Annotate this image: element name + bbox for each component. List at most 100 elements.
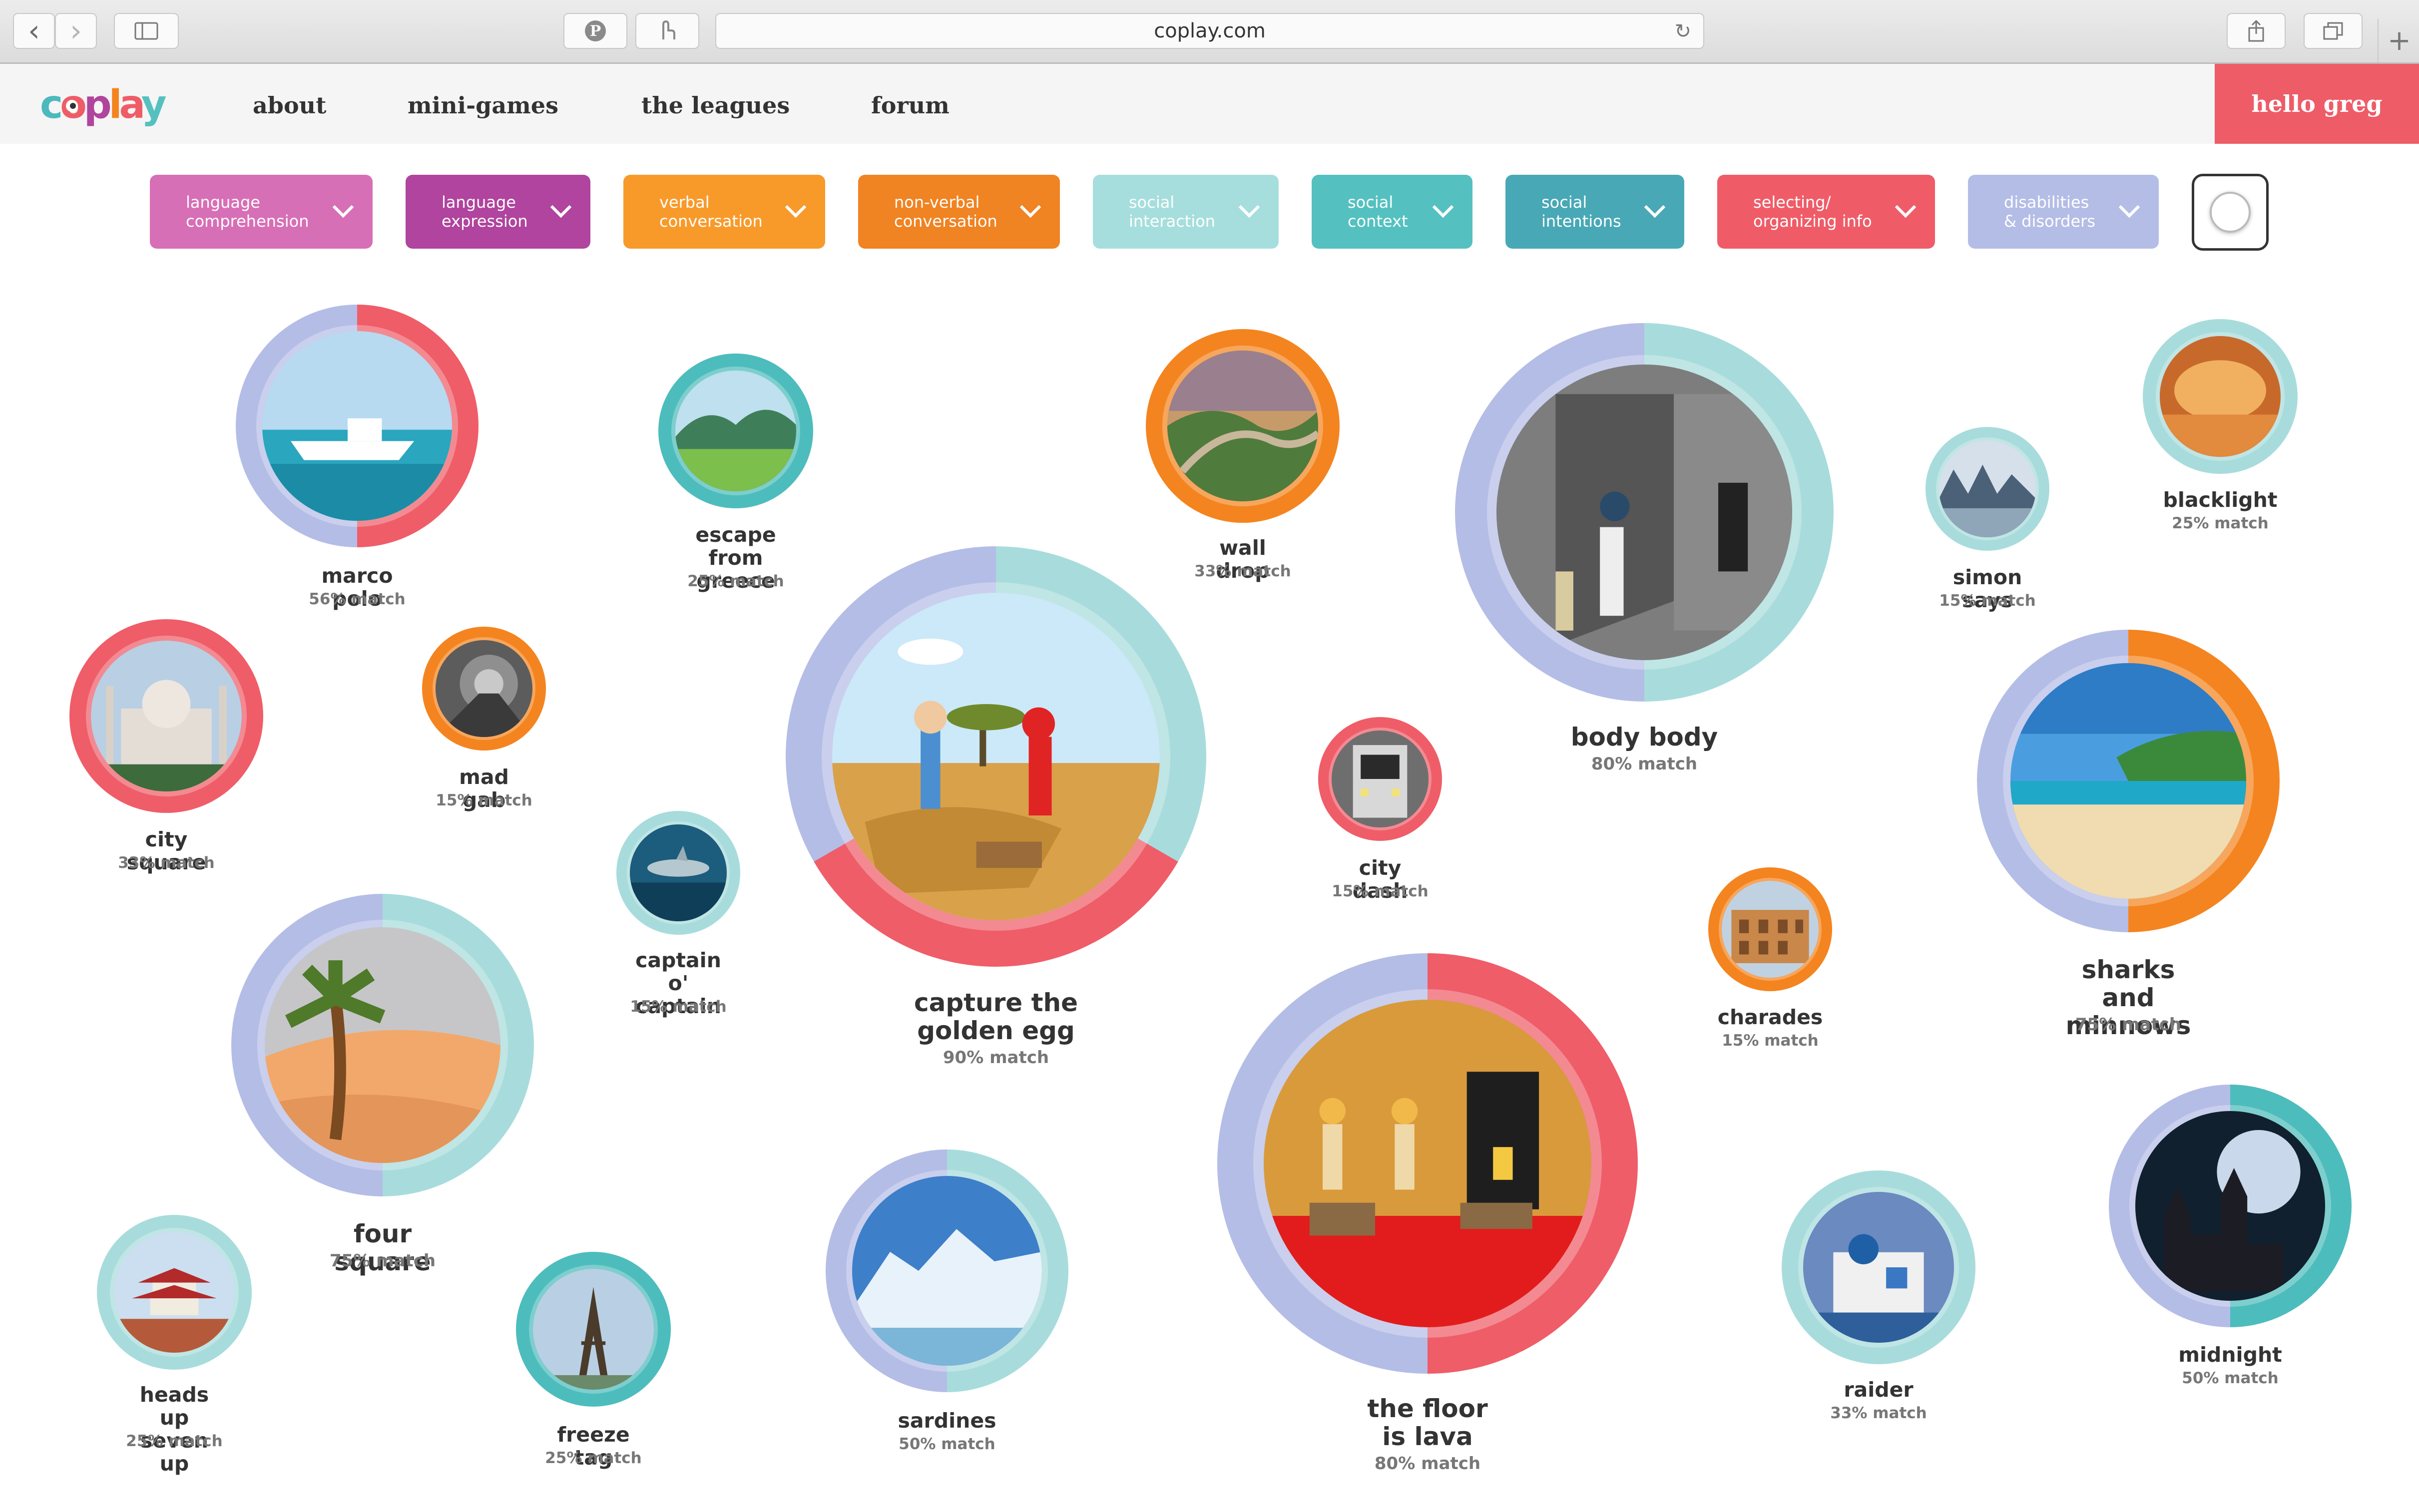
coplay-logo[interactable]: coplay coplay xyxy=(40,81,175,136)
lava-illustration xyxy=(1264,1000,1591,1327)
filter-disabilities-disorders[interactable]: disabilities & disorders xyxy=(1968,175,2159,249)
tabs-icon xyxy=(2323,22,2343,40)
filter-verbal-conversation[interactable]: verbal conversation xyxy=(623,175,825,249)
pinterest-icon: P xyxy=(585,20,606,41)
game-simon-says[interactable]: simon says 15% match xyxy=(1926,427,2049,612)
back-button[interactable]: ‹ xyxy=(13,13,55,49)
filter-language-expression[interactable]: language expression xyxy=(406,175,590,249)
new-tab-button[interactable]: + xyxy=(2378,19,2419,62)
game-title: heads up seven up xyxy=(139,1383,209,1476)
game-four-square[interactable]: four square 75% match xyxy=(231,894,534,1276)
chevron-down-icon xyxy=(332,196,354,218)
tajmahal-illustration xyxy=(91,641,242,791)
game-freeze-tag[interactable]: freeze tag 25% match xyxy=(516,1252,671,1469)
user-greeting-button[interactable]: hello greg xyxy=(2215,64,2419,144)
game-heads-up-seven-up[interactable]: heads up seven up 25% match xyxy=(97,1215,252,1475)
nav-mini-games[interactable]: mini-games xyxy=(408,92,558,119)
game-captain-o-captain[interactable]: captain o' captain 15% match xyxy=(616,811,740,1018)
view-toggle[interactable] xyxy=(2192,174,2269,251)
castle-illustration xyxy=(2135,1111,2325,1301)
share-button[interactable] xyxy=(2227,13,2286,49)
game-thumbnail xyxy=(2010,663,2246,899)
boat-illustration xyxy=(262,331,452,521)
address-bar[interactable]: coplay.com ↻ xyxy=(715,13,1704,49)
filter-language-comprehension[interactable]: language comprehension xyxy=(150,175,373,249)
tabs-overview-button[interactable] xyxy=(2304,13,2363,49)
game-title: midnight xyxy=(2178,1343,2282,1367)
desert-illustration xyxy=(832,593,1160,920)
game-blacklight[interactable]: blacklight 25% match xyxy=(2143,319,2298,532)
game-city-square[interactable]: city square 33% match xyxy=(69,619,263,874)
eiffel-illustration xyxy=(533,1269,654,1390)
game-thumbnail xyxy=(1167,351,1318,501)
subway-illustration xyxy=(1332,731,1429,827)
game-escape-from-greece[interactable]: escape from greece 25% match xyxy=(658,354,813,592)
hills-illustration xyxy=(675,371,796,491)
game-marco-polo[interactable]: marco polo 56% match xyxy=(236,305,479,610)
toggle-circle-icon xyxy=(2210,192,2251,233)
glacier-illustration xyxy=(852,1176,1042,1366)
gallery-illustration xyxy=(1496,365,1792,660)
nav-about[interactable]: about xyxy=(253,92,326,119)
game-title: body body xyxy=(1570,723,1718,752)
filter-social-intentions[interactable]: social intentions xyxy=(1505,175,1684,249)
filter-label: selecting/ organizing info xyxy=(1753,193,1872,231)
game-capture-the-golden-egg[interactable]: capture the golden egg 90% match xyxy=(786,546,1206,1068)
game-thumbnail xyxy=(1264,1000,1591,1327)
game-charades[interactable]: charades 15% match xyxy=(1708,867,1832,1050)
extension-button[interactable] xyxy=(635,13,699,49)
mountains-illustration xyxy=(1939,440,2036,537)
chevron-down-icon xyxy=(2118,196,2140,218)
game-sharks-and-minnows[interactable]: sharks and minnows 75% match xyxy=(1977,630,2280,1040)
game-midnight[interactable]: midnight 50% match xyxy=(2109,1085,2352,1387)
nav-forum[interactable]: forum xyxy=(871,92,950,119)
game-mad-gab[interactable]: mad gab 15% match xyxy=(422,627,546,811)
filter-label: language expression xyxy=(442,193,528,231)
share-icon xyxy=(2248,19,2264,42)
reload-icon[interactable]: ↻ xyxy=(1674,20,1691,43)
site-header: coplay coplay about mini-games the leagu… xyxy=(0,64,2419,144)
game-thumbnail xyxy=(1496,365,1792,660)
game-thumbnail xyxy=(675,371,796,491)
filter-non-verbal-conversation[interactable]: non-verbal conversation xyxy=(858,175,1060,249)
beach-illustration xyxy=(2010,663,2246,899)
game-match: 15% match xyxy=(1939,592,2036,610)
filter-social-interaction[interactable]: social interaction xyxy=(1093,175,1279,249)
game-match: 90% match xyxy=(943,1048,1049,1068)
filter-label: verbal conversation xyxy=(659,193,763,231)
nav-the-leagues[interactable]: the leagues xyxy=(641,92,790,119)
game-match: 25% match xyxy=(2172,514,2269,532)
colosseum-illustration xyxy=(1722,881,1819,978)
forward-button[interactable]: › xyxy=(55,13,97,49)
game-thumbnail xyxy=(533,1269,654,1390)
game-sardines[interactable]: sardines 50% match xyxy=(826,1149,1068,1453)
filter-label: non-verbal conversation xyxy=(894,193,997,231)
game-match: 33% match xyxy=(118,854,215,872)
pagoda-illustration xyxy=(114,1232,235,1353)
pinterest-button[interactable]: P xyxy=(563,13,627,49)
game-wall-drop[interactable]: wall drop 33% match xyxy=(1146,329,1340,582)
game-thumbnail xyxy=(2160,336,2281,457)
game-match: 25% match xyxy=(545,1449,642,1467)
game-match: 15% match xyxy=(630,998,727,1016)
game-title: the floor is lava xyxy=(1367,1394,1488,1451)
filter-social-context[interactable]: social context xyxy=(1312,175,1472,249)
chevron-down-icon xyxy=(1644,196,1666,218)
game-the-floor-is-lava[interactable]: the floor is lava 80% match xyxy=(1217,953,1638,1474)
chevron-right-icon: › xyxy=(70,13,82,48)
game-match: 80% match xyxy=(1591,754,1698,774)
game-body-body[interactable]: body body 80% match xyxy=(1455,323,1834,774)
chevron-down-icon xyxy=(1432,196,1454,218)
chevron-down-icon xyxy=(550,196,572,218)
game-match: 33% match xyxy=(1830,1404,1927,1422)
game-match: 50% match xyxy=(2182,1369,2279,1387)
game-thumbnail xyxy=(2135,1111,2325,1301)
sidebar-button[interactable] xyxy=(114,13,179,49)
filter-selecting-organizing-info[interactable]: selecting/ organizing info xyxy=(1717,175,1935,249)
game-city-dash[interactable]: city dash 15% match xyxy=(1318,717,1442,902)
svg-text:coplay: coplay xyxy=(40,82,166,127)
greatwall-illustration xyxy=(1167,351,1318,501)
game-raider[interactable]: raider 33% match xyxy=(1782,1170,1975,1422)
game-thumbnail xyxy=(1722,881,1819,978)
game-thumbnail xyxy=(436,640,532,737)
